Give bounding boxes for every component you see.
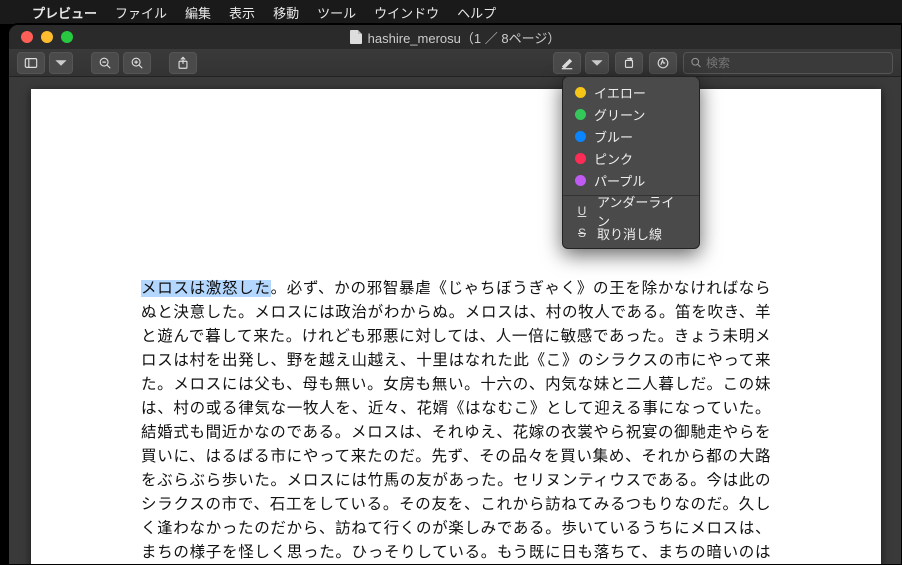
rotate-button[interactable]	[615, 52, 643, 74]
menu-window[interactable]: ウインドウ	[374, 3, 439, 22]
document-page: メロスは激怒した。必ず、かの邪智暴虐《じゃちぼうぎゃく》の王を除かなければならぬ…	[31, 89, 881, 564]
highlight-menu-chevron[interactable]	[585, 52, 609, 74]
highlight-color-blue[interactable]: ブルー	[563, 125, 699, 147]
yellow-dot-icon	[575, 87, 586, 98]
document-text-rest: 。必ず、かの邪智暴虐《じゃちぼうぎゃく》の王を除かなければならぬと決意した。メロ…	[141, 280, 771, 564]
document-area[interactable]: メロスは激怒した。必ず、かの邪智暴虐《じゃちぼうぎゃく》の王を除かなければならぬ…	[9, 77, 901, 564]
purple-dot-icon	[575, 175, 586, 186]
highlight-color-yellow[interactable]: イエロー	[563, 81, 699, 103]
menu-file[interactable]: ファイル	[115, 3, 167, 22]
menu-tools[interactable]: ツール	[317, 3, 356, 22]
menu-go[interactable]: 移動	[273, 3, 299, 22]
highlight-color-purple[interactable]: パープル	[563, 169, 699, 191]
dd-label: グリーン	[594, 105, 645, 124]
close-window-button[interactable]	[21, 31, 33, 43]
document-body-text[interactable]: メロスは激怒した。必ず、かの邪智暴虐《じゃちぼうぎゃく》の王を除かなければならぬ…	[141, 277, 771, 564]
sidebar-toggle-button[interactable]	[17, 52, 45, 74]
highlight-dropdown: イエロー グリーン ブルー ピンク パープル Uアンダーライン S 取り消し線	[562, 76, 700, 249]
search-field[interactable]	[683, 52, 893, 74]
dd-label: 取り消し線	[597, 224, 662, 243]
zoom-window-button[interactable]	[61, 31, 73, 43]
sidebar-menu-chevron[interactable]	[49, 52, 73, 74]
text-selection[interactable]: メロスは激怒した	[141, 280, 271, 297]
highlight-color-pink[interactable]: ピンク	[563, 147, 699, 169]
menu-view[interactable]: 表示	[229, 3, 255, 22]
titlebar: hashire_merosu（1 ／ 8ページ）	[9, 25, 901, 49]
green-dot-icon	[575, 109, 586, 120]
share-button[interactable]	[169, 52, 197, 74]
traffic-lights	[9, 31, 73, 43]
app-menu[interactable]: プレビュー	[32, 3, 97, 22]
search-input[interactable]	[706, 56, 886, 70]
zoom-in-button[interactable]	[123, 52, 151, 74]
document-icon	[350, 30, 362, 44]
highlight-underline[interactable]: Uアンダーライン	[563, 200, 699, 222]
underline-icon: U	[575, 204, 589, 218]
menu-edit[interactable]: 編集	[185, 3, 211, 22]
dd-label: イエロー	[594, 83, 646, 102]
zoom-out-button[interactable]	[91, 52, 119, 74]
dd-label: ブルー	[594, 127, 633, 146]
preview-window: hashire_merosu（1 ／ 8ページ）	[8, 24, 902, 565]
markup-button[interactable]	[649, 52, 677, 74]
macos-menubar: プレビュー ファイル 編集 表示 移動 ツール ウインドウ ヘルプ	[0, 0, 902, 24]
blue-dot-icon	[575, 131, 586, 142]
search-icon	[690, 56, 702, 69]
pink-dot-icon	[575, 153, 586, 164]
highlight-button[interactable]	[553, 52, 581, 74]
menu-help[interactable]: ヘルプ	[457, 3, 496, 22]
dd-label: パープル	[594, 171, 645, 190]
window-title: hashire_merosu（1 ／ 8ページ）	[368, 28, 561, 47]
dd-label: ピンク	[594, 149, 633, 168]
strikethrough-icon: S	[575, 226, 589, 240]
highlight-color-green[interactable]: グリーン	[563, 103, 699, 125]
minimize-window-button[interactable]	[41, 31, 53, 43]
toolbar	[9, 49, 901, 77]
